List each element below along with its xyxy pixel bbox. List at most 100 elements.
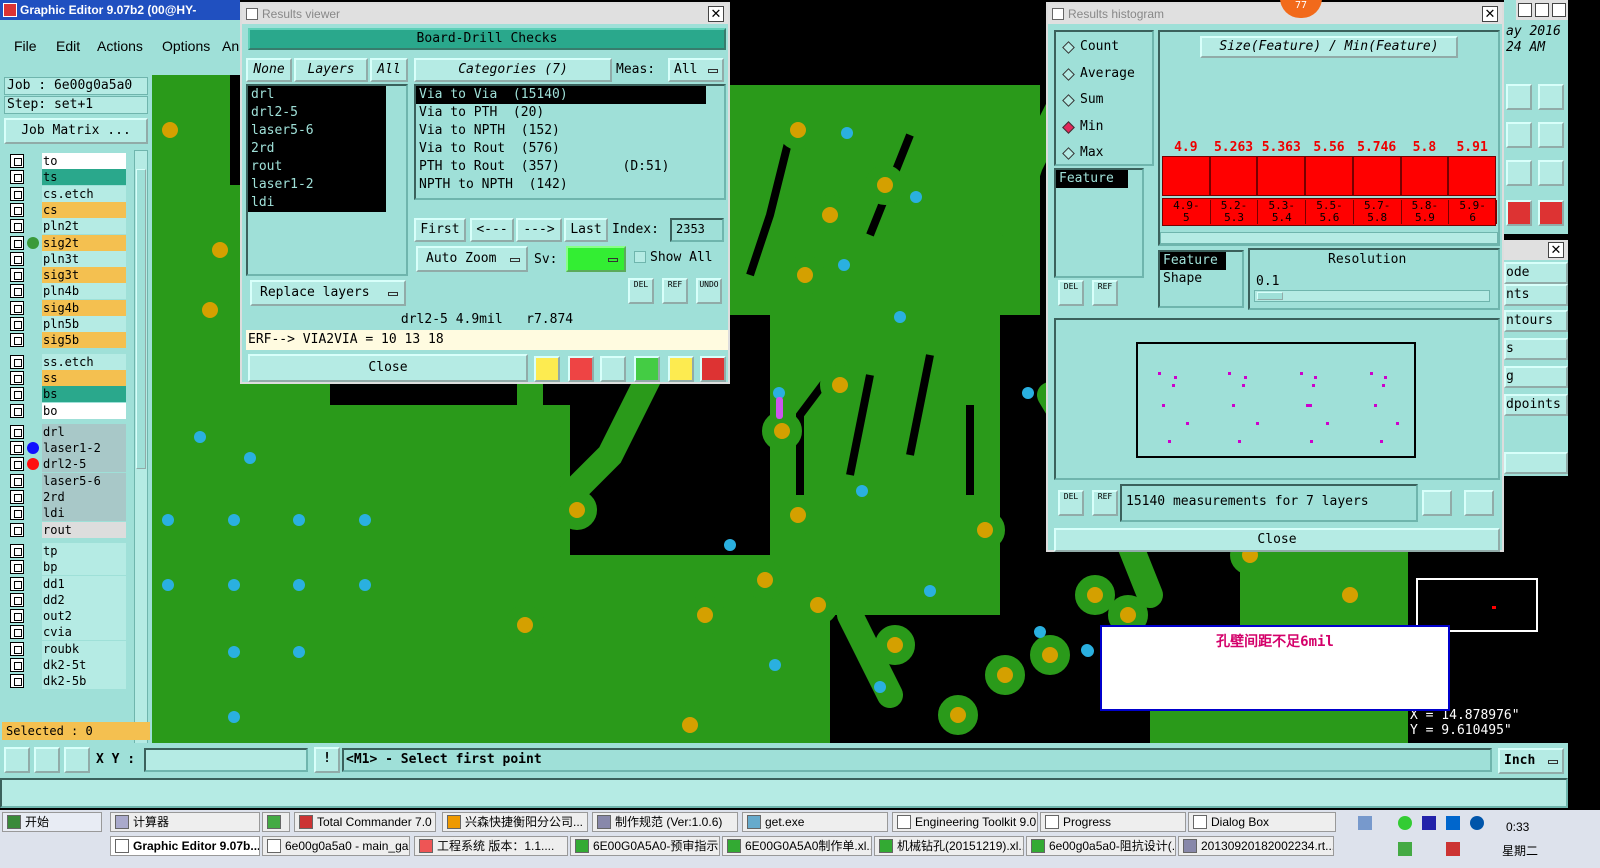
layer-checkbox[interactable] bbox=[10, 354, 24, 369]
tray-icon[interactable] bbox=[1446, 816, 1460, 830]
ref-button[interactable]: REF bbox=[662, 278, 688, 304]
mode-option-sum[interactable]: Sum bbox=[1062, 91, 1152, 111]
tray-icon[interactable] bbox=[1422, 816, 1436, 830]
measure-icon[interactable] bbox=[34, 747, 60, 773]
task-engineering-toolkit[interactable]: Engineering Toolkit 9.0... bbox=[892, 812, 1038, 832]
task-preview-doc[interactable]: 6E00G0A5A0-预审指示... bbox=[570, 836, 720, 856]
start-button[interactable]: 开始 bbox=[2, 812, 102, 832]
clock-time[interactable]: 0:33 bbox=[1506, 820, 1529, 834]
task-mechanical-drill[interactable]: 机械钻孔(20151219).xl... bbox=[874, 836, 1024, 856]
layer-scrollbar[interactable] bbox=[134, 150, 148, 790]
close-icon[interactable] bbox=[1552, 3, 1566, 17]
list-item[interactable]: Shape bbox=[1160, 270, 1242, 288]
task-calculator[interactable]: 计算器 bbox=[110, 812, 260, 832]
layers-none-button[interactable]: None bbox=[246, 58, 292, 82]
menu-analysis[interactable]: An bbox=[222, 38, 239, 54]
list-item[interactable]: laser5-6 bbox=[248, 122, 386, 140]
list-item[interactable]: Via to NPTH (152) bbox=[416, 122, 724, 140]
list-item[interactable]: ldi bbox=[248, 194, 386, 212]
layer-row[interactable]: sig2t bbox=[10, 234, 126, 251]
del-button[interactable]: DEL bbox=[1058, 490, 1084, 516]
layer-row[interactable]: cs.etch bbox=[10, 185, 126, 202]
layer-row[interactable]: sig4b bbox=[10, 299, 126, 316]
job-matrix-button[interactable]: Job Matrix ... bbox=[4, 118, 148, 144]
tool-icon[interactable] bbox=[1506, 84, 1532, 110]
layer-row[interactable]: ss.etch bbox=[10, 353, 126, 370]
tool-icon[interactable] bbox=[1506, 160, 1532, 186]
layer-row[interactable]: ss bbox=[10, 369, 126, 386]
histogram-icon[interactable] bbox=[700, 356, 726, 382]
layer-row[interactable]: bs bbox=[10, 386, 126, 403]
tool-icon[interactable] bbox=[1506, 122, 1532, 148]
list-item[interactable]: 2rd bbox=[248, 140, 386, 158]
layer-row[interactable]: drl2-5 bbox=[10, 456, 126, 473]
histogram-bar[interactable] bbox=[1448, 156, 1496, 196]
layer-row[interactable]: rout bbox=[10, 521, 126, 538]
tray-icon[interactable] bbox=[1358, 816, 1372, 830]
import-icon[interactable] bbox=[1464, 490, 1494, 516]
mode-option-count[interactable]: Count bbox=[1062, 38, 1152, 58]
task-engineering-system[interactable]: 工程系统 版本：1.1.... bbox=[414, 836, 568, 856]
list-item[interactable]: Via to Via (15140) bbox=[416, 86, 706, 104]
ref-button[interactable]: REF bbox=[1092, 280, 1118, 306]
side-menu-item[interactable]: ode bbox=[1504, 262, 1568, 284]
show-all-checkbox[interactable] bbox=[634, 251, 646, 263]
layer-row[interactable]: pln5b bbox=[10, 316, 126, 332]
layer-row[interactable]: dk2-5t bbox=[10, 657, 126, 673]
layer-checkbox[interactable] bbox=[10, 522, 24, 537]
layer-checkbox[interactable] bbox=[10, 658, 24, 672]
tray-icon[interactable] bbox=[1398, 816, 1412, 830]
layer-row[interactable]: to bbox=[10, 153, 126, 169]
layer-row[interactable]: sig5b bbox=[10, 332, 126, 349]
layer-row[interactable]: laser1-2 bbox=[10, 440, 126, 457]
close-icon[interactable]: ✕ bbox=[708, 6, 724, 22]
histogram-bar[interactable] bbox=[1257, 156, 1306, 196]
meas-select[interactable]: All bbox=[668, 58, 724, 82]
layer-checkbox[interactable] bbox=[10, 560, 24, 575]
layer-row[interactable]: ts bbox=[10, 169, 126, 186]
list-item[interactable]: Feature bbox=[1056, 170, 1128, 188]
menu-edit[interactable]: Edit bbox=[56, 38, 80, 54]
histogram-hscroll[interactable] bbox=[1160, 232, 1498, 244]
tool-icon[interactable] bbox=[1538, 200, 1564, 226]
snap-icon[interactable] bbox=[4, 747, 30, 773]
next-button[interactable]: ---> bbox=[516, 218, 562, 242]
list-item[interactable]: Feature bbox=[1160, 252, 1226, 270]
layers-all-button[interactable]: All bbox=[370, 58, 408, 82]
delete-feature-icon[interactable] bbox=[600, 356, 626, 382]
list-item[interactable]: PTH to Rout (357) (D:51) bbox=[416, 158, 724, 176]
side-titlebar[interactable]: ✕ bbox=[1504, 240, 1568, 260]
note-popup[interactable]: 孔壁间距不足6mil bbox=[1100, 625, 1450, 711]
layer-checkbox[interactable] bbox=[10, 424, 24, 439]
list-item[interactable]: rout bbox=[248, 158, 386, 176]
layer-row[interactable]: dd1 bbox=[10, 575, 126, 592]
layer-checkbox[interactable] bbox=[10, 473, 24, 488]
histogram-bar[interactable] bbox=[1305, 156, 1353, 196]
categories-button[interactable]: Categories (7) bbox=[414, 58, 612, 82]
side-menu-item[interactable]: dpoints bbox=[1504, 394, 1568, 416]
layer-row[interactable]: sig3t bbox=[10, 267, 126, 284]
side-menu-item[interactable]: g bbox=[1504, 366, 1568, 388]
mode-option-min[interactable]: Min bbox=[1062, 118, 1152, 138]
close-icon[interactable]: ✕ bbox=[1482, 6, 1498, 22]
index-input[interactable]: 2353 bbox=[670, 218, 724, 242]
help-icon[interactable] bbox=[1538, 160, 1564, 186]
layer-checkbox[interactable] bbox=[10, 457, 24, 472]
report-icon[interactable] bbox=[668, 356, 694, 382]
layer-checkbox[interactable] bbox=[10, 251, 24, 266]
list-item[interactable]: drl bbox=[248, 86, 386, 104]
grid-icon[interactable] bbox=[64, 747, 90, 773]
task-dialog-box[interactable]: Dialog Box bbox=[1188, 812, 1336, 832]
layer-checkbox[interactable] bbox=[10, 576, 24, 591]
mode-option-max[interactable]: Max bbox=[1062, 144, 1152, 164]
layer-row[interactable]: tp bbox=[10, 542, 126, 559]
layer-row[interactable]: 2rd bbox=[10, 489, 126, 505]
layer-result-list[interactable]: drl drl2-5 laser5-6 2rd rout laser1-2 ld… bbox=[246, 84, 408, 276]
layer-checkbox[interactable] bbox=[10, 268, 24, 283]
layer-row[interactable]: pln3t bbox=[10, 250, 126, 267]
layer-row[interactable]: ldi bbox=[10, 505, 126, 522]
layer-row[interactable]: out2 bbox=[10, 608, 126, 625]
menu-options[interactable]: Options bbox=[162, 38, 210, 54]
minimap[interactable] bbox=[1416, 578, 1538, 632]
sv-color-select[interactable] bbox=[566, 246, 626, 272]
